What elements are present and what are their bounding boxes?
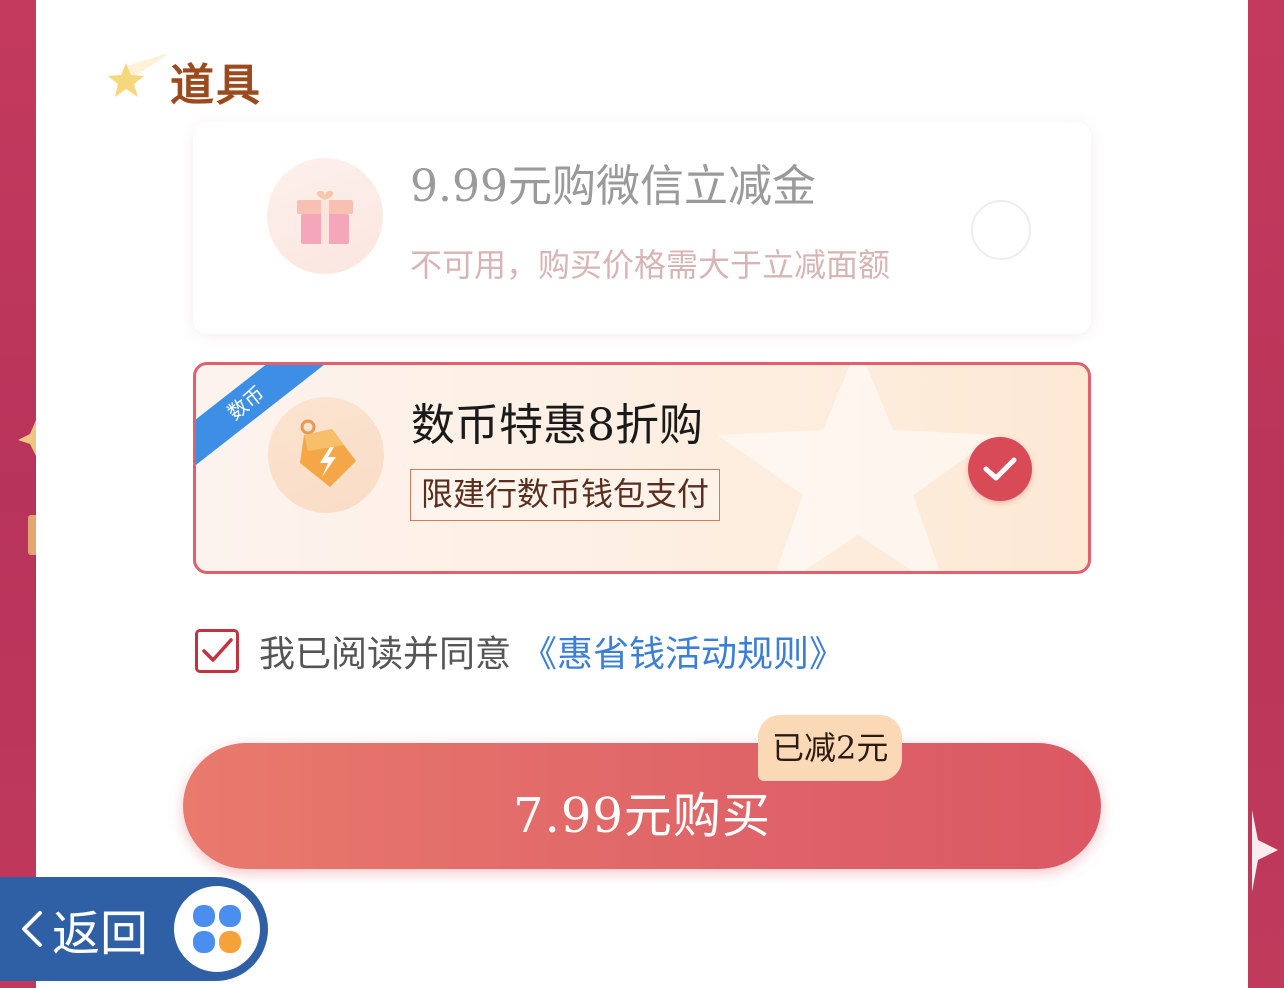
back-button[interactable]: 返回	[0, 877, 268, 981]
coupon-card-selected[interactable]: 数币 数币特惠8折购 限建行数币钱包支付	[193, 362, 1091, 574]
buy-button-label: 7.99元购买	[513, 788, 771, 844]
gift-icon-circle	[267, 158, 383, 274]
agreement-text: 我已阅读并同意	[259, 634, 512, 675]
gift-icon	[297, 190, 353, 244]
tag-icon-circle	[268, 397, 384, 513]
coupon-title: 数币特惠8折购	[411, 400, 703, 451]
rules-link[interactable]: 《惠省钱活动规则》	[521, 625, 845, 677]
check-icon	[983, 457, 1017, 481]
discount-badge: 已减2元	[758, 715, 903, 781]
price-tag-icon	[300, 419, 356, 487]
chevron-left-icon	[22, 911, 42, 947]
buy-button[interactable]: 7.99元购买	[183, 743, 1101, 869]
coupon-radio-selected[interactable]	[968, 437, 1032, 501]
checkbox-check-icon	[202, 638, 233, 662]
payment-restriction-tag: 限建行数币钱包支付	[410, 469, 721, 521]
background-left	[0, 0, 36, 988]
four-petal-app-icon	[193, 905, 241, 953]
back-label: 返回	[52, 906, 149, 962]
coupon-title: 9.99元购微信立减金	[410, 161, 816, 212]
section-title: 道具	[170, 60, 262, 111]
agreement-row: 我已阅读并同意 《惠省钱活动规则》	[195, 624, 845, 678]
decor-sparkle-icon	[1252, 810, 1278, 892]
star-icon	[108, 53, 166, 97]
coupon-card-disabled: 9.99元购微信立减金 不可用，购买价格需大于立减面额	[193, 122, 1091, 334]
background-star-icon	[718, 365, 998, 571]
app-icon[interactable]	[174, 886, 260, 972]
coupon-unavailable-reason: 不可用，购买价格需大于立减面额	[410, 246, 891, 284]
section-header: 道具	[104, 46, 262, 116]
agreement-checkbox[interactable]	[195, 629, 239, 673]
coupon-radio-unselected	[971, 200, 1031, 260]
